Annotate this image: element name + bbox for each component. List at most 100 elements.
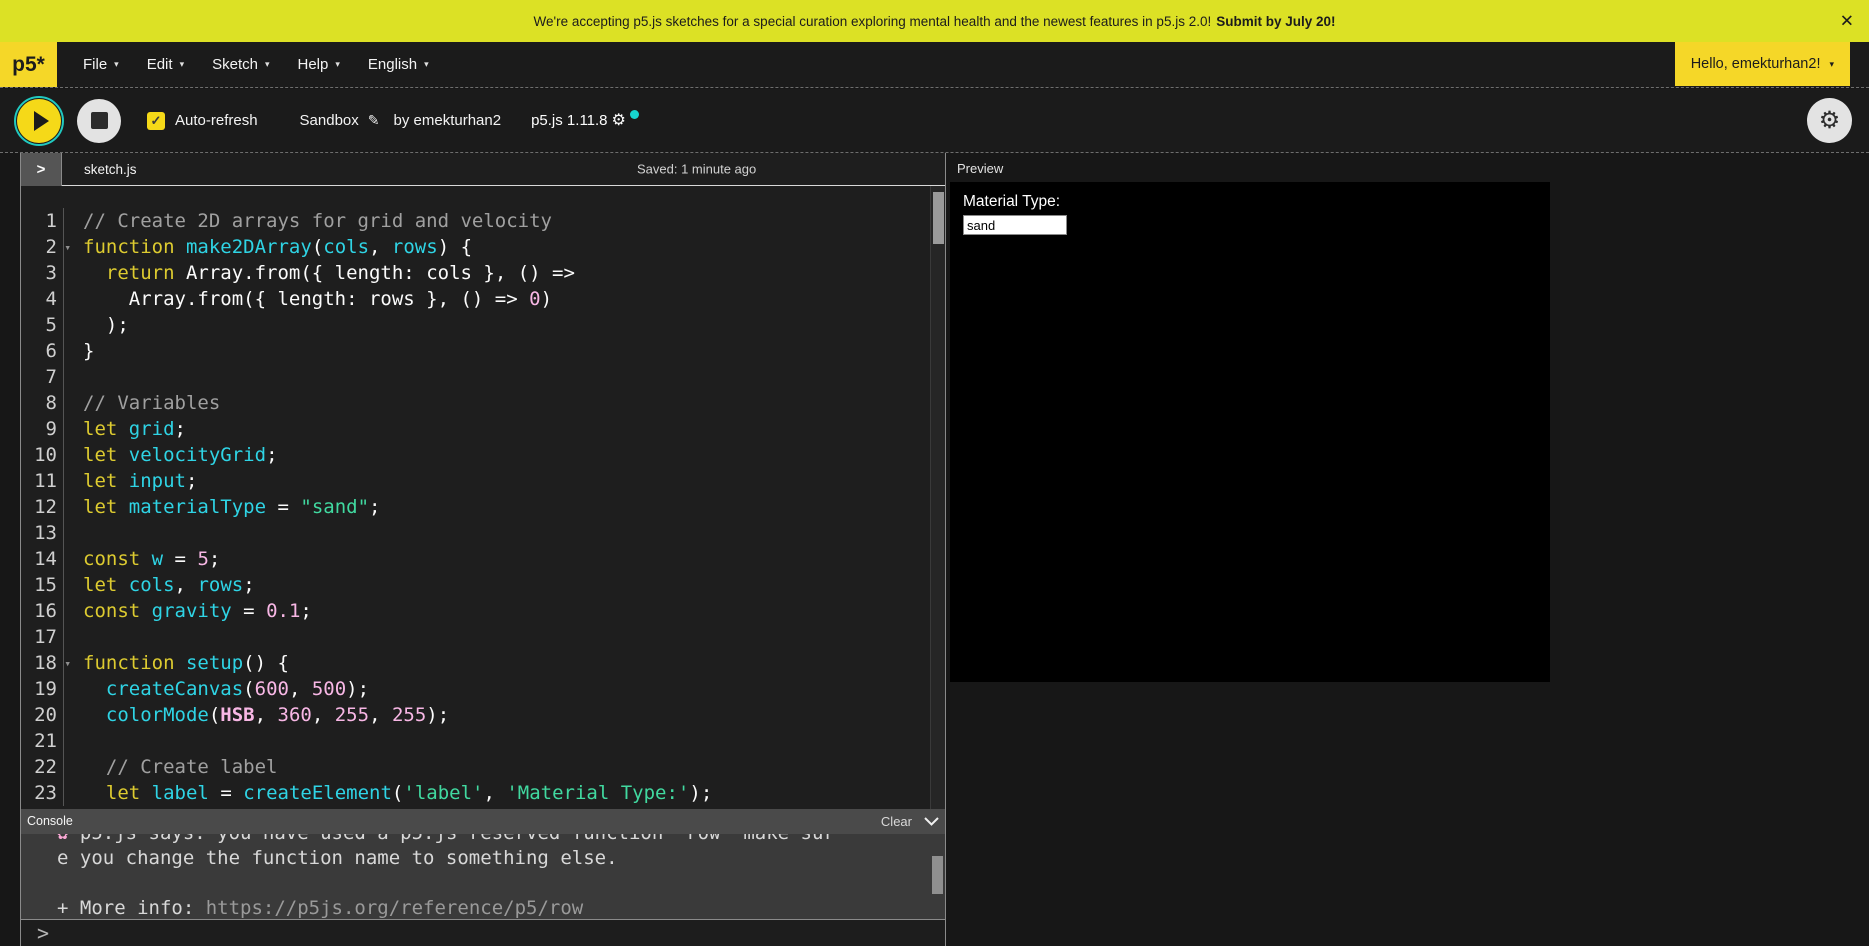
line-number: 16 xyxy=(21,598,57,624)
code-line-content: let velocityGrid; xyxy=(83,442,278,468)
console-prompt-row[interactable]: > xyxy=(21,920,945,946)
code-line[interactable]: 21 xyxy=(21,728,945,754)
line-number: 10 xyxy=(21,442,57,468)
code-line[interactable]: 18▾function setup() { xyxy=(21,650,945,676)
code-line[interactable]: 4 Array.from({ length: rows }, () => 0) xyxy=(21,286,945,312)
chevron-down-icon: ▾ xyxy=(335,59,340,70)
autorefresh-toggle[interactable]: ✓ Auto-refresh xyxy=(147,112,258,130)
code-line[interactable]: 10 let velocityGrid; xyxy=(21,442,945,468)
menu-edit[interactable]: Edit▾ xyxy=(133,42,198,87)
code-line[interactable]: 3 return Array.from({ length: cols }, ()… xyxy=(21,260,945,286)
menu-help[interactable]: Help▾ xyxy=(283,42,353,87)
line-number: 14 xyxy=(21,546,57,572)
line-number: 4 xyxy=(21,286,57,312)
console-title: Console xyxy=(27,814,73,828)
p5-logo[interactable]: p5* xyxy=(0,42,57,87)
line-number: 2▾ xyxy=(21,234,57,260)
fold-arrow-icon[interactable]: ▾ xyxy=(64,235,71,261)
tab-sketch-js[interactable]: sketch.js xyxy=(84,162,137,177)
chevron-right-icon: > xyxy=(37,161,46,178)
code-line-content: const gravity = 0.1; xyxy=(83,598,312,624)
console-prompt: > xyxy=(37,921,49,945)
code-line[interactable]: 8// Variables xyxy=(21,390,945,416)
code-line[interactable]: 6} xyxy=(21,338,945,364)
version-picker[interactable]: p5.js 1.11.8 ⚙ xyxy=(531,112,639,129)
code-line[interactable]: 20 colorMode(HSB, 360, 255, 255); xyxy=(21,702,945,728)
update-dot-icon xyxy=(630,110,639,119)
editor-scrollbar-thumb[interactable] xyxy=(933,192,944,244)
stop-button[interactable] xyxy=(77,99,121,143)
project-author[interactable]: by emekturhan2 xyxy=(394,112,502,129)
autorefresh-label: Auto-refresh xyxy=(175,112,258,129)
code-line[interactable]: 15let cols, rows; xyxy=(21,572,945,598)
console-clear-button[interactable]: Clear xyxy=(881,814,912,829)
line-number: 9 xyxy=(21,416,57,442)
code-line-content xyxy=(83,520,94,546)
code-line-content: colorMode(HSB, 360, 255, 255); xyxy=(83,702,449,728)
menu-label: File xyxy=(83,56,107,73)
code-line[interactable]: 17 xyxy=(21,624,945,650)
version-gear-icon: ⚙ xyxy=(612,113,626,129)
console-scrollbar-thumb[interactable] xyxy=(932,856,943,894)
chevron-down-icon: ▾ xyxy=(424,59,429,70)
menu-sketch[interactable]: Sketch▾ xyxy=(198,42,283,87)
preview-title: Preview xyxy=(957,161,1003,176)
code-line[interactable]: 16 const gravity = 0.1; xyxy=(21,598,945,624)
code-line-content: // Variables xyxy=(83,390,220,416)
code-line[interactable]: 12let materialType = "sand"; xyxy=(21,494,945,520)
material-type-input[interactable] xyxy=(963,215,1067,235)
chevron-down-icon: ▾ xyxy=(1829,59,1834,70)
console-collapse-chevron-icon[interactable] xyxy=(924,817,939,826)
editor-tabbar: > sketch.js Saved: 1 minute ago xyxy=(21,153,945,186)
code-line[interactable]: 23 let label = createElement('label', 'M… xyxy=(21,780,945,806)
user-menu-button[interactable]: Hello, emekturhan2! ▾ xyxy=(1675,42,1850,86)
menu-label: English xyxy=(368,56,417,73)
code-line[interactable]: 22 // Create label xyxy=(21,754,945,780)
line-number: 5 xyxy=(21,312,57,338)
code-line-content: const w = 5; xyxy=(83,546,220,572)
console-output[interactable]: ✿ p5.js says: you have used a p5.js rese… xyxy=(21,834,945,920)
close-icon[interactable]: ✕ xyxy=(1840,13,1854,30)
project-title: Sandbox ✎ xyxy=(300,112,380,129)
code-line[interactable]: 19 createCanvas(600, 500); xyxy=(21,676,945,702)
code-line[interactable]: 1// Create 2D arrays for grid and veloci… xyxy=(21,208,945,234)
editor-pane: > sketch.js Saved: 1 minute ago 1// Crea… xyxy=(20,153,946,946)
line-number: 12 xyxy=(21,494,57,520)
version-label: p5.js 1.11.8 xyxy=(531,112,607,129)
line-number: 13 xyxy=(21,520,57,546)
console-message-line: e you change the function name to someth… xyxy=(57,846,945,871)
code-line[interactable]: 5 ); xyxy=(21,312,945,338)
code-line-content: return Array.from({ length: cols }, () =… xyxy=(83,260,575,286)
code-line-content xyxy=(83,364,94,390)
announcement-banner: We're accepting p5.js sketches for a spe… xyxy=(0,0,1869,42)
menu-label: Edit xyxy=(147,56,173,73)
line-number: 23 xyxy=(21,780,57,806)
code-line[interactable]: 14 const w = 5; xyxy=(21,546,945,572)
code-line[interactable]: 13 xyxy=(21,520,945,546)
settings-button[interactable]: ⚙ xyxy=(1807,98,1852,143)
play-button[interactable] xyxy=(17,99,61,143)
code-editor[interactable]: 1// Create 2D arrays for grid and veloci… xyxy=(21,186,945,809)
checkbox-checked-icon[interactable]: ✓ xyxy=(147,112,165,130)
menu-english[interactable]: English ▾ xyxy=(354,42,443,87)
code-line[interactable]: 2▾function make2DArray(cols, rows) { xyxy=(21,234,945,260)
code-line-content: Array.from({ length: rows }, () => 0) xyxy=(83,286,552,312)
fold-arrow-icon[interactable]: ▾ xyxy=(64,651,71,677)
chevron-down-icon: ▾ xyxy=(114,59,119,70)
code-line[interactable]: 11let input; xyxy=(21,468,945,494)
menu-file[interactable]: File ▾ xyxy=(69,42,133,87)
line-number: 6 xyxy=(21,338,57,364)
console-actions: Clear xyxy=(881,814,939,829)
code-lines: 1// Create 2D arrays for grid and veloci… xyxy=(21,208,945,806)
editor-scrollbar[interactable] xyxy=(930,186,945,809)
announcement-text: We're accepting p5.js sketches for a spe… xyxy=(534,14,1212,29)
sketch-canvas[interactable]: Material Type: xyxy=(950,182,1550,682)
sidebar-expand-button[interactable]: > xyxy=(21,153,62,186)
edit-pencil-icon[interactable]: ✎ xyxy=(368,112,380,129)
code-line-content: // Create label xyxy=(83,754,277,780)
code-line[interactable]: 9let grid; xyxy=(21,416,945,442)
line-number: 3 xyxy=(21,260,57,286)
menu-label: Sketch xyxy=(212,56,258,73)
line-number: 11 xyxy=(21,468,57,494)
code-line[interactable]: 7 xyxy=(21,364,945,390)
